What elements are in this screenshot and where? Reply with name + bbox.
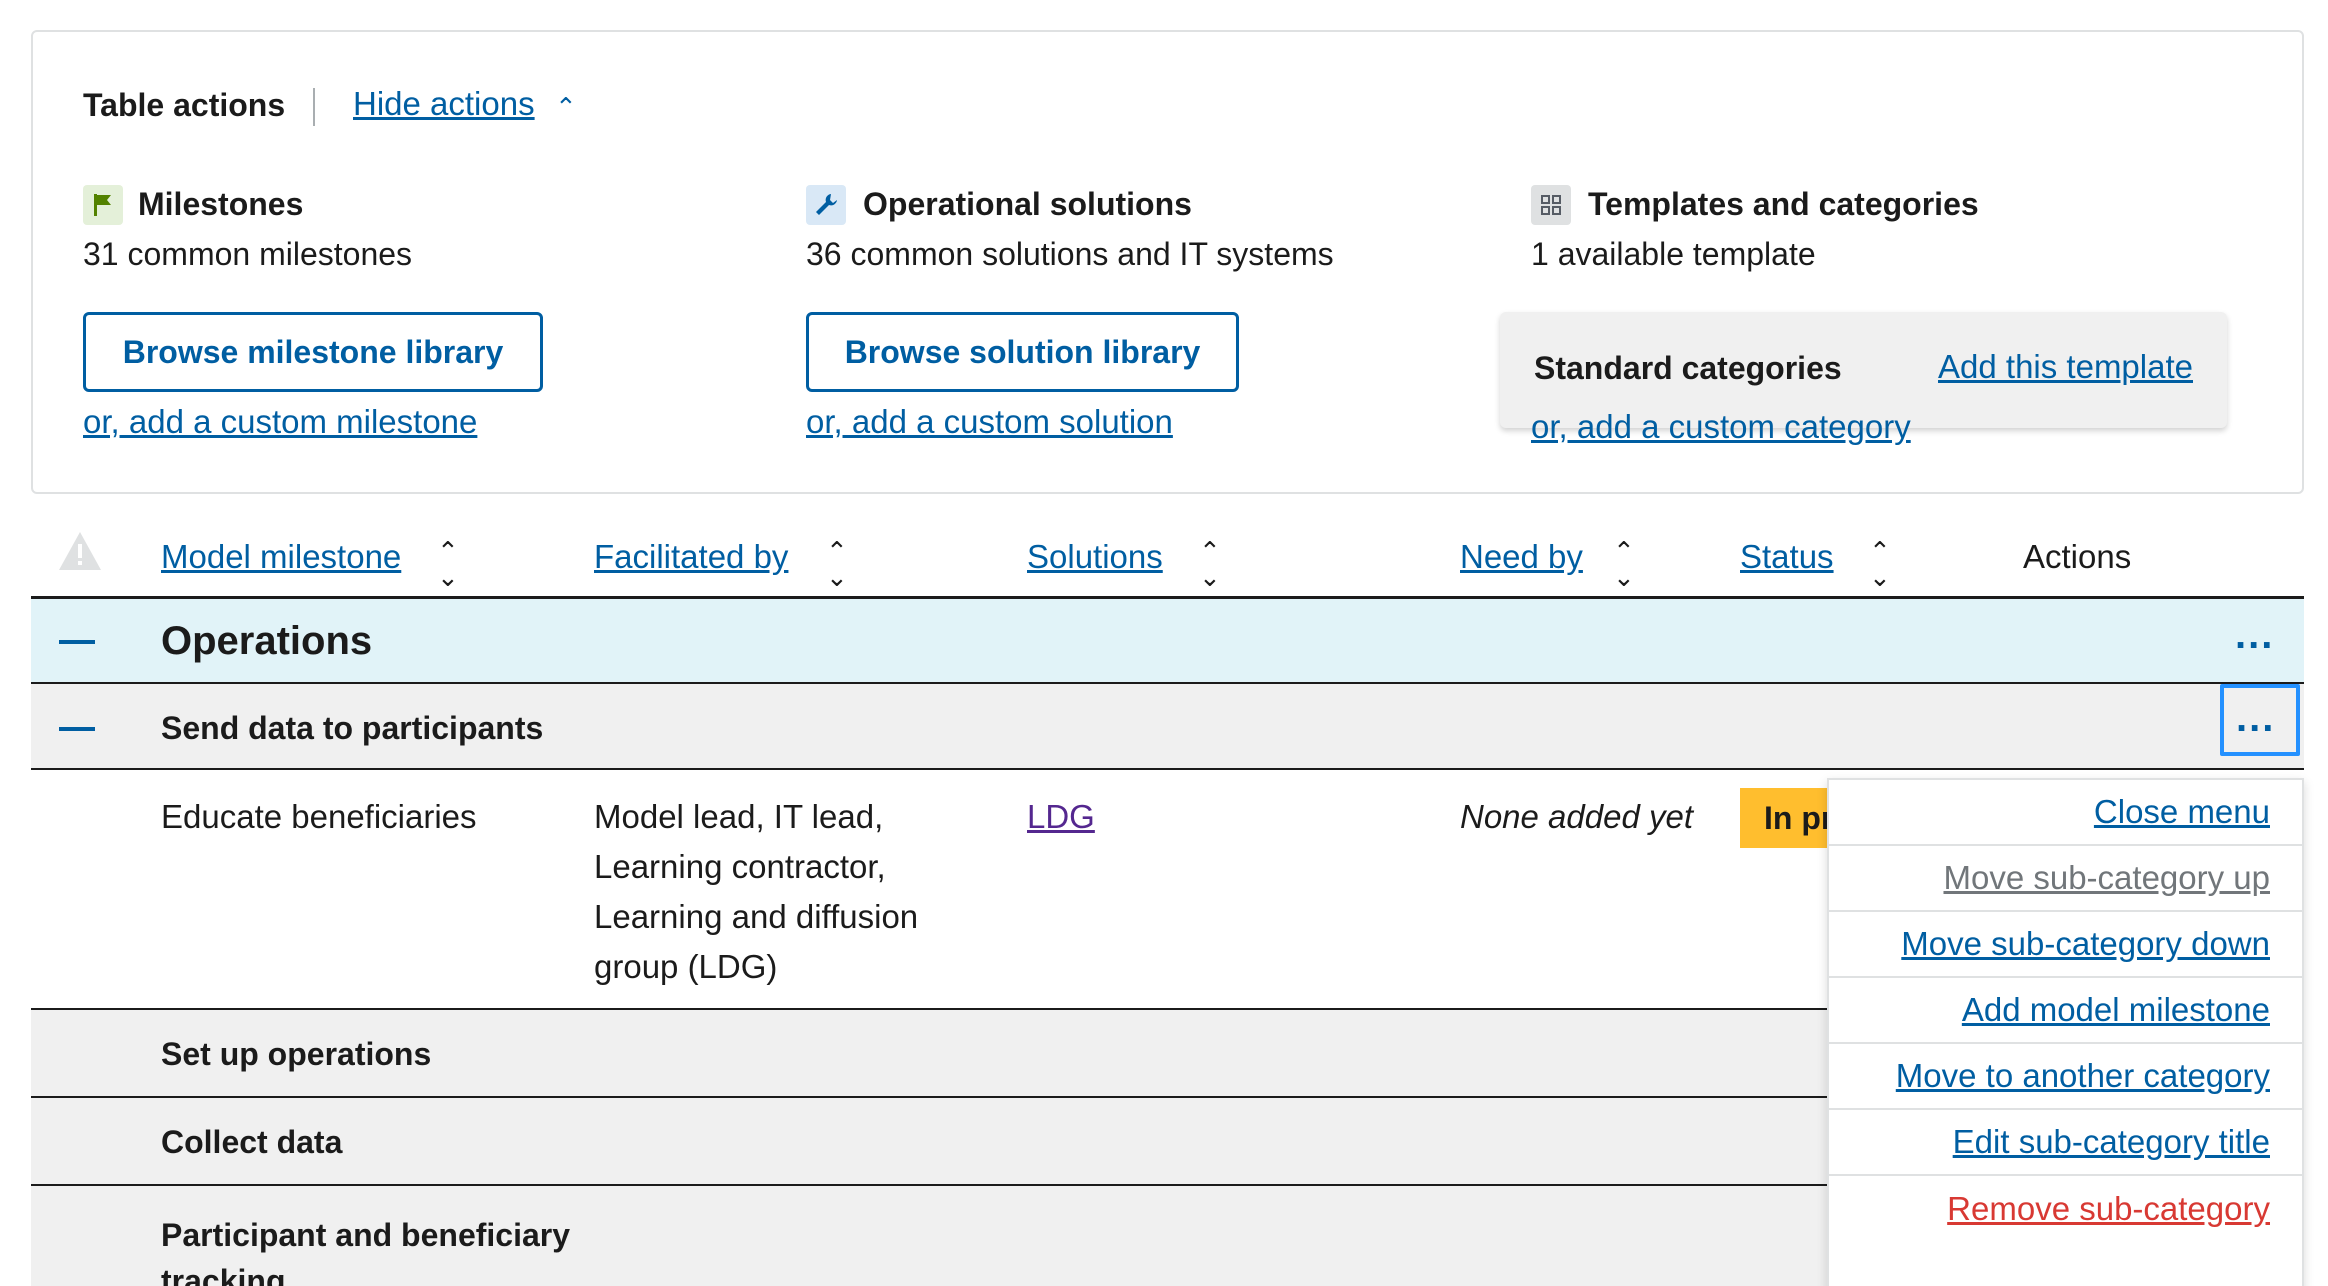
header-actions: Actions (2023, 538, 2132, 575)
milestone-name: Educate beneficiaries (161, 798, 477, 835)
warning-icon (57, 530, 103, 577)
move-to-category-item[interactable]: Move to another category (1829, 1044, 2302, 1110)
grid-icon (1531, 185, 1571, 225)
wrench-icon (806, 185, 846, 225)
hide-actions-link[interactable]: Hide actions (353, 85, 535, 123)
sort-icon[interactable]: ⌃ ⌄ (437, 538, 459, 590)
facilitated-by-cell: Model lead, IT lead, Learning contractor… (594, 792, 918, 992)
milestones-count: 31 common milestones (83, 236, 413, 272)
add-model-milestone-item[interactable]: Add model milestone (1829, 978, 2302, 1044)
sort-icon[interactable]: ⌃ ⌄ (1869, 538, 1891, 590)
template-name: Standard categories (1534, 350, 1842, 386)
subcategory-title: Participant and beneficiary tracking (161, 1217, 571, 1286)
edit-subcategory-title-item[interactable]: Edit sub-category title (1829, 1110, 2302, 1176)
add-custom-solution-link[interactable]: or, add a custom solution (806, 403, 1173, 441)
category-actions-button[interactable]: ... (2235, 613, 2274, 658)
browse-milestone-library-button[interactable]: Browse milestone library (83, 312, 543, 392)
subcategory-title: Set up operations (161, 1036, 432, 1072)
category-row: Operations ... (31, 599, 2304, 684)
move-subcategory-up-item[interactable]: Move sub-category up (1829, 846, 2302, 912)
collapse-icon[interactable] (59, 640, 95, 644)
facilitated-by-line: Learning and diffusion (594, 898, 919, 935)
header-need-by[interactable]: Need by (1460, 538, 1583, 576)
move-subcategory-down-item[interactable]: Move sub-category down (1829, 912, 2302, 978)
solution-link[interactable]: LDG (1027, 792, 1095, 842)
subcategory-title: Send data to participants (161, 710, 544, 746)
header-model-milestone[interactable]: Model milestone (161, 538, 401, 576)
subcategory-actions-button[interactable]: ... (2220, 684, 2300, 756)
divider (313, 88, 315, 126)
sort-icon[interactable]: ⌃ ⌄ (826, 538, 848, 590)
facilitated-by-line: Model lead, IT lead, (594, 798, 884, 835)
subcategory-title: Collect data (161, 1124, 343, 1160)
operational-solutions-title: Operational solutions (863, 186, 1192, 222)
table-actions-panel: Table actions Hide actions ⌃ Milestones … (31, 30, 2304, 494)
subcategory-actions-menu: Close menu Move sub-category up Move sub… (1827, 778, 2304, 1286)
sort-icon[interactable]: ⌃ ⌄ (1613, 538, 1635, 590)
solutions-count: 36 common solutions and IT systems (806, 236, 1334, 272)
header-solutions[interactable]: Solutions (1027, 538, 1163, 576)
chevron-up-icon: ⌃ (555, 92, 577, 122)
templates-count: 1 available template (1531, 236, 1816, 272)
facilitated-by-line: group (LDG) (594, 948, 778, 985)
category-title: Operations (161, 619, 373, 663)
more-icon: ... (2236, 696, 2276, 740)
header-facilitated-by[interactable]: Facilitated by (594, 538, 788, 576)
collapse-icon[interactable] (59, 727, 95, 731)
subcategory-row: Send data to participants ... (31, 684, 2304, 770)
header-status[interactable]: Status (1740, 538, 1834, 576)
add-custom-category-link[interactable]: or, add a custom category (1531, 408, 1911, 446)
facilitated-by-line: Learning contractor, (594, 848, 886, 885)
milestones-title: Milestones (138, 186, 304, 222)
templates-title: Templates and categories (1588, 186, 1979, 222)
sort-icon[interactable]: ⌃ ⌄ (1199, 538, 1221, 590)
flag-icon (83, 185, 123, 225)
close-menu-item[interactable]: Close menu (1829, 780, 2302, 846)
remove-subcategory-item[interactable]: Remove sub-category (1829, 1176, 2302, 1242)
browse-solution-library-button[interactable]: Browse solution library (806, 312, 1239, 392)
need-by-value: None added yet (1460, 798, 1694, 835)
add-custom-milestone-link[interactable]: or, add a custom milestone (83, 403, 477, 441)
add-template-link[interactable]: Add this template (1938, 348, 2193, 386)
table-actions-title: Table actions (83, 87, 286, 123)
